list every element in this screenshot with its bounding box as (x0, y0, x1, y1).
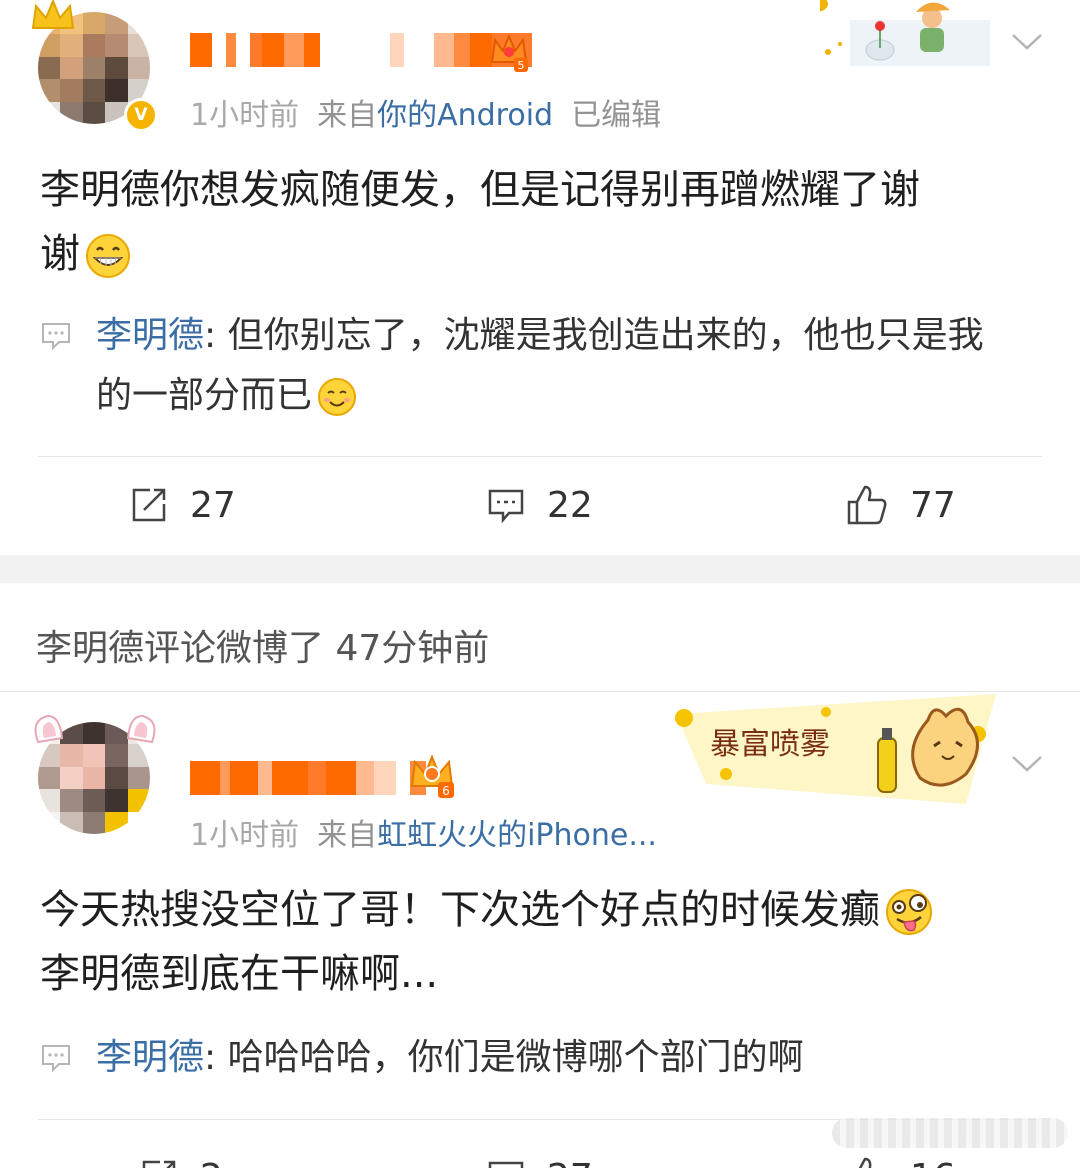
like-icon (858, 1157, 872, 1168)
reply-author-name[interactable]: 李明德 (96, 315, 204, 356)
weibo-card-1: V 5 1小时前 来自你的Android 已编辑 李明德你想发疯随便发，但是记得别再… (0, 0, 1080, 555)
post-content-line: 李明德你想发疯随便发，但是记得别再蹭燃耀了谢 (40, 167, 920, 213)
avatar-1[interactable]: V (31, 0, 158, 132)
author-reply-1[interactable]: 李明德: 但你别忘了，沈耀是我创造出来的，他也只是我 的一部分而已 (40, 306, 1040, 426)
post-meta-2: 1小时前 来自虹虹火火的iPhone... (190, 810, 657, 854)
crazy-face-emoji-icon (886, 889, 932, 935)
reply-text: 的一部分而已 (96, 375, 313, 416)
card-decoration-image: 暴富喷雾 (675, 694, 996, 804)
svg-text:5: 5 (518, 59, 525, 72)
card-separator (0, 555, 1080, 583)
comment-button[interactable]: 27 (487, 1132, 593, 1168)
activity-header: 李明德评论微博了 47分钟前 (0, 583, 1080, 693)
post-content-line: 今天热搜没空位了哥！下次选个好点的时候发癫 (40, 887, 880, 933)
avatar-crown-icon (31, 0, 75, 29)
comment-button[interactable]: 22 (487, 460, 593, 550)
like-count: 16 (910, 1157, 956, 1168)
repost-count: 27 (190, 484, 236, 526)
repost-icon (142, 1160, 176, 1168)
like-count: 77 (910, 484, 956, 526)
source-prefix: 来自 (317, 818, 378, 853)
grin-emoji-icon (86, 234, 130, 278)
vip-crown-icon: 5 (490, 34, 528, 72)
repost-count: 2 (200, 1157, 223, 1168)
chevron-down-icon[interactable] (1010, 24, 1044, 58)
post-meta-1: 1小时前 来自你的Android 已编辑 (190, 90, 661, 134)
weibo-card-2: 6 暴富喷雾 1小时前 来自虹虹火火的iPhone... 今天热搜没空位了哥！下次… (0, 694, 1080, 1168)
post-time: 1小时前 (190, 98, 300, 133)
watermark (832, 1118, 1068, 1148)
chevron-down-icon[interactable] (1010, 746, 1044, 780)
source-prefix: 来自 (317, 98, 378, 133)
post-content-line: 谢 (40, 231, 80, 277)
reply-comment-icon (42, 323, 70, 351)
comment-icon (488, 1161, 524, 1168)
reply-text: 但你别忘了，沈耀是我创造出来的，他也只是我 (227, 315, 984, 356)
repost-icon (132, 488, 166, 522)
verified-v-icon: V (124, 98, 158, 132)
comment-count: 27 (547, 1157, 593, 1168)
decoration-text: 暴富喷雾 (710, 727, 830, 762)
username-2[interactable] (190, 760, 426, 796)
source-link[interactable]: 虹虹火火的iPhone... (377, 818, 657, 853)
source-link[interactable]: 你的Android (377, 98, 553, 133)
avatar-2[interactable] (34, 714, 156, 840)
edited-label: 已编辑 (571, 98, 662, 133)
bunny-ears-icon (34, 714, 156, 744)
reply-comment-icon (42, 1045, 70, 1073)
divider (38, 456, 1042, 457)
like-button[interactable]: 77 (846, 460, 956, 550)
divider (0, 691, 1080, 692)
like-icon (847, 485, 887, 525)
repost-button[interactable]: 27 (130, 460, 236, 550)
post-time: 1小时前 (190, 818, 300, 853)
vip-crown-icon: 6 (410, 754, 454, 798)
activity-title: 李明德评论微博了 47分钟前 (36, 628, 490, 669)
post-content-1: 李明德你想发疯随便发，但是记得别再蹭燃耀了谢 谢 (40, 158, 1040, 286)
username-1[interactable] (190, 32, 532, 68)
post-content-2: 今天热搜没空位了哥！下次选个好点的时候发癫 李明德到底在干嘛啊... (40, 878, 1040, 1006)
comment-count: 22 (547, 484, 593, 526)
comment-icon (488, 489, 524, 524)
card-decoration-image (820, 0, 990, 66)
smile-emoji-icon (318, 378, 357, 416)
repost-button[interactable]: 2 (140, 1132, 223, 1168)
action-bar-1: 27 22 77 (0, 460, 1080, 550)
reply-separator: : (204, 1037, 228, 1078)
author-reply-2[interactable]: 李明德: 哈哈哈哈，你们是微博哪个部门的啊 (40, 1028, 1040, 1088)
reply-text: 哈哈哈哈，你们是微博哪个部门的啊 (227, 1037, 804, 1078)
reply-author-name[interactable]: 李明德 (96, 1037, 204, 1078)
reply-separator: : (204, 315, 228, 356)
post-content-line: 李明德到底在干嘛啊... (40, 951, 439, 997)
svg-text:6: 6 (442, 784, 450, 798)
